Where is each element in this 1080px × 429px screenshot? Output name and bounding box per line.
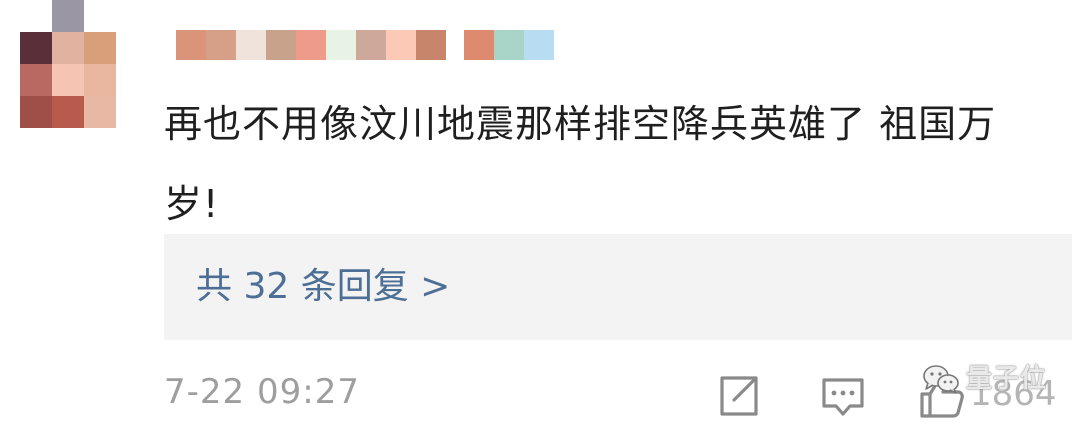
username-pixel [236, 30, 266, 60]
avatar-pixel [52, 96, 84, 128]
username-pixel [416, 30, 446, 60]
username-pixel [206, 30, 236, 60]
username-pixel [296, 30, 326, 60]
username-pixel [464, 30, 494, 60]
share-icon[interactable] [716, 374, 760, 418]
avatar-pixel [52, 64, 84, 96]
avatar-pixel [52, 0, 84, 32]
username-pixel [176, 30, 206, 60]
avatar-pixel [84, 0, 116, 32]
comment-timestamp: 7-22 09:27 [164, 372, 360, 412]
username-gap [446, 30, 464, 60]
avatar-pixel [20, 64, 52, 96]
avatar-pixel [20, 32, 52, 64]
avatar-pixel [84, 32, 116, 64]
avatar-pixel [52, 32, 84, 64]
like-icon[interactable] [918, 372, 966, 420]
avatar[interactable] [20, 0, 116, 128]
view-replies-link[interactable]: 共 32 条回复 > [196, 260, 450, 314]
avatar-pixel [20, 96, 52, 128]
replies-panel[interactable]: 共 32 条回复 > [164, 234, 1072, 340]
username-pixel [326, 30, 356, 60]
username-pixel [494, 30, 524, 60]
reply-icon[interactable] [820, 374, 866, 418]
username-pixel [524, 30, 554, 60]
username-redacted[interactable] [176, 30, 554, 60]
username-pixel [386, 30, 416, 60]
comment-text: 再也不用像汶川地震那样排空降兵英雄了 祖国万岁! [164, 102, 997, 226]
username-pixel [266, 30, 296, 60]
like-count: 1864 [970, 374, 1057, 414]
avatar-pixel [84, 96, 116, 128]
username-pixel [356, 30, 386, 60]
avatar-pixel [84, 64, 116, 96]
avatar-pixel [20, 0, 52, 32]
